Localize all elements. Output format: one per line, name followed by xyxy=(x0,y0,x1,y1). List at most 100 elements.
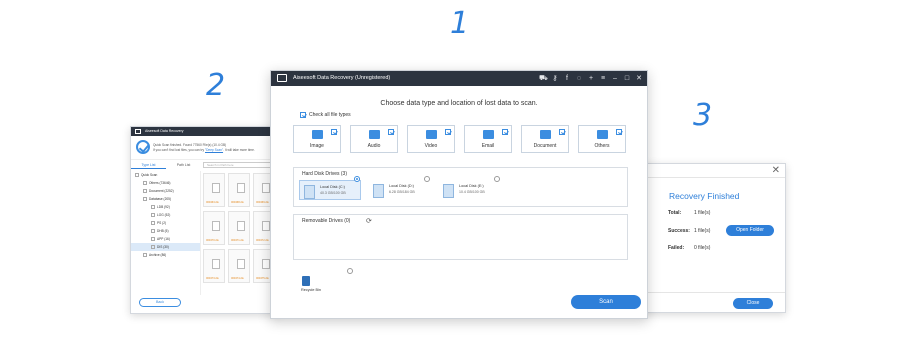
menu-icon[interactable]: ≡ xyxy=(599,71,607,86)
back-button[interactable]: Back xyxy=(139,298,181,307)
tree-item[interactable]: LDB (92) xyxy=(131,203,200,211)
file-type-checkbox[interactable] xyxy=(502,129,508,135)
failed-value: 0 file(s) xyxy=(694,245,711,251)
tree-checkbox[interactable] xyxy=(135,173,139,178)
file-name: 000470.dis xyxy=(206,239,219,242)
tree-item-label: Database (205) xyxy=(149,197,171,201)
file-type-image[interactable]: Image xyxy=(293,125,341,153)
tree-item-label: LOG (52) xyxy=(157,213,171,217)
drive-item[interactable]: Local Disk (C:) 40.3 GB/100 GB xyxy=(299,180,361,200)
check-all-file-types[interactable]: Check all file types xyxy=(300,112,351,118)
file-type-label: Video xyxy=(424,143,438,149)
tree-item-label: Quick Scan xyxy=(141,173,158,177)
facebook-icon[interactable]: f xyxy=(563,71,571,86)
file-type-video[interactable]: Video xyxy=(407,125,455,153)
cart-icon[interactable]: ⛟ xyxy=(539,71,548,86)
minimize-icon[interactable]: – xyxy=(611,71,619,86)
key-icon[interactable]: ⚷ xyxy=(551,71,559,86)
total-value: 1 file(s) xyxy=(694,210,711,216)
file-type-email[interactable]: Email xyxy=(464,125,512,153)
recycle-bin[interactable]: Recycle Bin xyxy=(301,276,321,292)
hdd-header: Hard Disk Drives (3) xyxy=(302,171,348,177)
drive-item[interactable]: Local Disk (E:) 10.4 GB/100 GB xyxy=(439,180,501,200)
file-type-document[interactable]: Document xyxy=(521,125,569,153)
file-type-checkbox[interactable] xyxy=(388,129,394,135)
plus-icon[interactable]: + xyxy=(587,71,595,86)
drive-radio[interactable] xyxy=(424,176,430,182)
file-thumbnail[interactable]: 000474.dis xyxy=(228,249,250,283)
video-icon xyxy=(426,130,437,139)
file-name: 000475.dis xyxy=(256,277,269,280)
tree-checkbox[interactable] xyxy=(143,253,147,258)
file-name: 000474.dis xyxy=(231,277,244,280)
check-all-checkbox[interactable] xyxy=(300,112,306,118)
file-name: 000471.dis xyxy=(231,239,244,242)
file-thumbnail[interactable]: 000473.dis xyxy=(203,249,225,283)
maximize-icon[interactable]: □ xyxy=(623,71,631,86)
file-type-audio[interactable]: Audio xyxy=(350,125,398,153)
close-button[interactable]: Close xyxy=(733,298,773,309)
scan-status-text: Quick Scan finished. Found 77560 File(s)… xyxy=(153,143,227,147)
tree-item[interactable]: Archive (86) xyxy=(131,251,200,259)
tree-checkbox[interactable] xyxy=(151,245,155,250)
close-icon[interactable]: ✕ xyxy=(635,71,643,86)
tree-item[interactable]: APP (16) xyxy=(131,235,200,243)
tab-type-list[interactable]: Type List xyxy=(131,161,166,169)
tutorial-stage: 1 2 3 Aiseesoft Data Recovery Quick Scan… xyxy=(0,0,920,340)
type-tree: Quick Scan Others (73646) Document (2252) D… xyxy=(131,171,201,295)
tree-item-label: DIS (30) xyxy=(157,245,169,249)
main-window: Aiseesoft Data Recovery (Unregistered) ⛟… xyxy=(270,70,648,319)
file-type-checkbox[interactable] xyxy=(331,129,337,135)
tree-checkbox[interactable] xyxy=(151,213,155,218)
search-input[interactable]: Search in Path here xyxy=(203,162,279,168)
file-type-checkbox[interactable] xyxy=(445,129,451,135)
tree-item[interactable]: Database (205) xyxy=(131,195,200,203)
tree-checkbox[interactable] xyxy=(151,205,155,210)
drive-radio[interactable] xyxy=(354,176,360,182)
tab-path-list[interactable]: Path List xyxy=(166,161,201,169)
success-row: Success: 1 file(s) xyxy=(668,228,710,234)
drive-item[interactable]: Local Disk (D:) 6.28 GB/184 GB xyxy=(369,180,431,200)
tree-item-label: Archive (86) xyxy=(149,253,167,257)
tree-item[interactable]: Others (73646) xyxy=(131,179,200,187)
file-thumbnail[interactable]: 000470.dis xyxy=(203,211,225,245)
close-icon[interactable]: ✕ xyxy=(772,164,780,178)
tree-item-label: Others (73646) xyxy=(149,181,171,185)
total-label: Total: xyxy=(668,210,682,216)
tree-item[interactable]: PS (2) xyxy=(131,219,200,227)
tree-checkbox[interactable] xyxy=(151,237,155,242)
file-type-label: Image xyxy=(310,143,324,149)
step-number-3: 3 xyxy=(693,98,713,133)
file-type-checkbox[interactable] xyxy=(559,129,565,135)
tree-item[interactable]: Quick Scan xyxy=(131,171,200,179)
tree-checkbox[interactable] xyxy=(143,181,147,186)
file-type-label: Others xyxy=(594,143,610,149)
page-heading: Choose data type and location of lost da… xyxy=(380,100,538,107)
tree-item[interactable]: Document (2252) xyxy=(131,187,200,195)
file-type-label: Email xyxy=(481,143,495,149)
email-icon xyxy=(483,130,494,139)
refresh-icon[interactable]: ⟳ xyxy=(366,217,372,225)
file-thumbnail[interactable]: 000471.dis xyxy=(228,211,250,245)
scan-button[interactable]: Scan xyxy=(571,295,641,309)
drive-radio[interactable] xyxy=(494,176,500,182)
recycle-radio[interactable] xyxy=(347,268,353,274)
drive-size: 40.3 GB/100 GB xyxy=(320,191,346,195)
file-thumbnail[interactable]: 000468.dis xyxy=(228,173,250,207)
file-type-checkbox[interactable] xyxy=(616,129,622,135)
file-type-label: Document xyxy=(533,143,557,149)
tree-item[interactable]: LOG (52) xyxy=(131,211,200,219)
tree-item[interactable]: DHB (5) xyxy=(131,227,200,235)
tree-checkbox[interactable] xyxy=(151,229,155,234)
open-folder-button[interactable]: Open Folder xyxy=(726,225,774,236)
tree-item[interactable]: DIS (30) xyxy=(131,243,200,251)
app-icon xyxy=(135,129,141,134)
success-value: 1 file(s) xyxy=(694,228,711,234)
tree-checkbox[interactable] xyxy=(151,221,155,226)
tree-checkbox[interactable] xyxy=(143,189,147,194)
tree-checkbox[interactable] xyxy=(143,197,147,202)
chat-icon[interactable]: ◌ xyxy=(575,71,583,86)
file-thumbnail[interactable]: 000463.dis xyxy=(203,173,225,207)
file-type-others[interactable]: Others xyxy=(578,125,626,153)
deep-scan-link[interactable]: "Deep Scan" xyxy=(205,148,223,152)
